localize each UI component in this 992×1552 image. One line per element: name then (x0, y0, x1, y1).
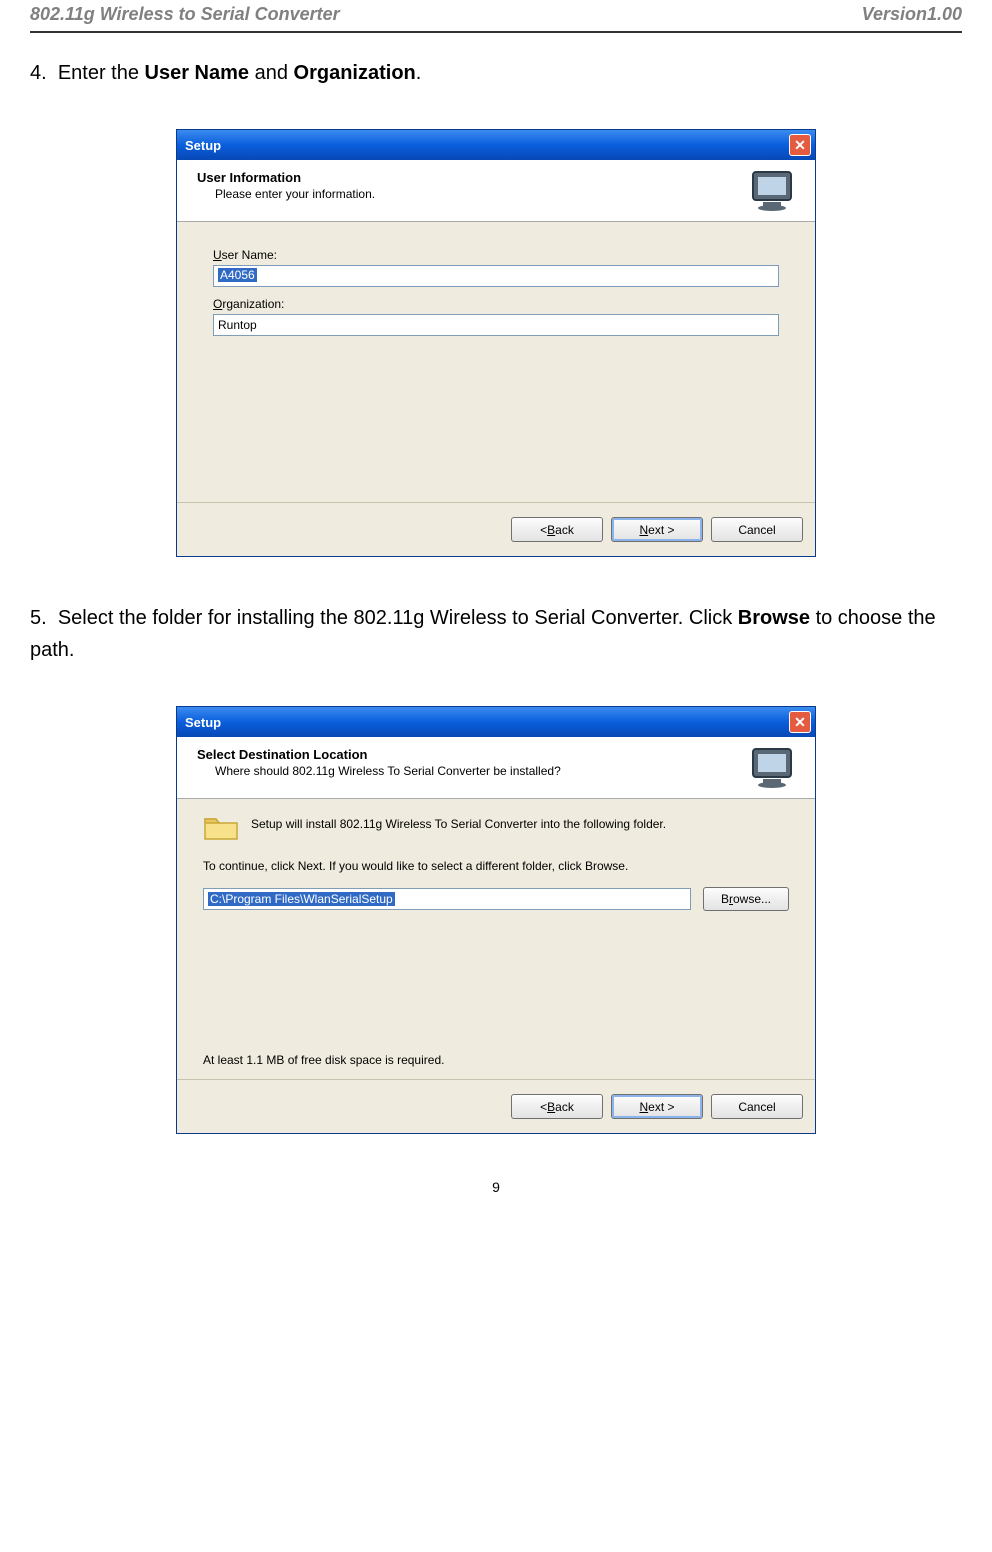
computer-icon (747, 745, 801, 789)
browse-button[interactable]: Browse... (703, 887, 789, 911)
user-name-label: User Name: (213, 248, 779, 262)
dialog-body: Setup will install 802.11g Wireless To S… (177, 799, 815, 1079)
next-button[interactable]: Next > (611, 1094, 703, 1119)
step4-text: 4. Enter the User Name and Organization. (30, 57, 962, 89)
window-title: Setup (185, 138, 221, 153)
dialog1-wrap: Setup ✕ User Information Please enter yo… (30, 129, 962, 557)
setup-dialog-destination: Setup ✕ Select Destination Location Wher… (176, 706, 816, 1134)
dialog-header-title: User Information (197, 170, 801, 185)
close-icon[interactable]: ✕ (789, 711, 811, 733)
cancel-button[interactable]: Cancel (711, 1094, 803, 1119)
dialog-header-subtitle: Please enter your information. (197, 187, 801, 201)
next-button[interactable]: Next > (611, 517, 703, 542)
computer-icon (747, 168, 801, 212)
back-button[interactable]: < Back (511, 517, 603, 542)
dialog-header-title: Select Destination Location (197, 747, 801, 762)
button-bar: < Back Next > Cancel (177, 1079, 815, 1133)
organization-input[interactable] (213, 314, 779, 336)
organization-label: Organization: (213, 297, 779, 311)
button-bar: < Back Next > Cancel (177, 502, 815, 556)
dialog-header: User Information Please enter your infor… (177, 160, 815, 222)
page-number: 9 (30, 1179, 962, 1195)
install-text-row: Setup will install 802.11g Wireless To S… (203, 813, 789, 843)
header-left: 802.11g Wireless to Serial Converter (30, 4, 340, 25)
dialog-body: User Name: A4056 Organization: (177, 222, 815, 502)
titlebar[interactable]: Setup ✕ (177, 130, 815, 160)
folder-icon (203, 813, 239, 843)
page-header: 802.11g Wireless to Serial Converter Ver… (30, 0, 962, 33)
setup-dialog-user-info: Setup ✕ User Information Please enter yo… (176, 129, 816, 557)
disk-space-text: At least 1.1 MB of free disk space is re… (203, 1053, 444, 1067)
window-title: Setup (185, 715, 221, 730)
dialog-header: Select Destination Location Where should… (177, 737, 815, 799)
dialog2-wrap: Setup ✕ Select Destination Location Wher… (30, 706, 962, 1134)
user-name-input[interactable]: A4056 (213, 265, 779, 287)
dialog-header-subtitle: Where should 802.11g Wireless To Serial … (197, 764, 801, 778)
close-icon[interactable]: ✕ (789, 134, 811, 156)
continue-text: To continue, click Next. If you would li… (203, 859, 789, 873)
cancel-button[interactable]: Cancel (711, 517, 803, 542)
path-row: C:\Program Files\WlanSerialSetup Browse.… (203, 887, 789, 911)
step5-text: 5. Select the folder for installing the … (30, 602, 962, 666)
install-text: Setup will install 802.11g Wireless To S… (251, 813, 666, 831)
destination-path-input[interactable]: C:\Program Files\WlanSerialSetup (203, 888, 691, 910)
back-button[interactable]: < Back (511, 1094, 603, 1119)
header-right: Version1.00 (862, 4, 962, 25)
titlebar[interactable]: Setup ✕ (177, 707, 815, 737)
